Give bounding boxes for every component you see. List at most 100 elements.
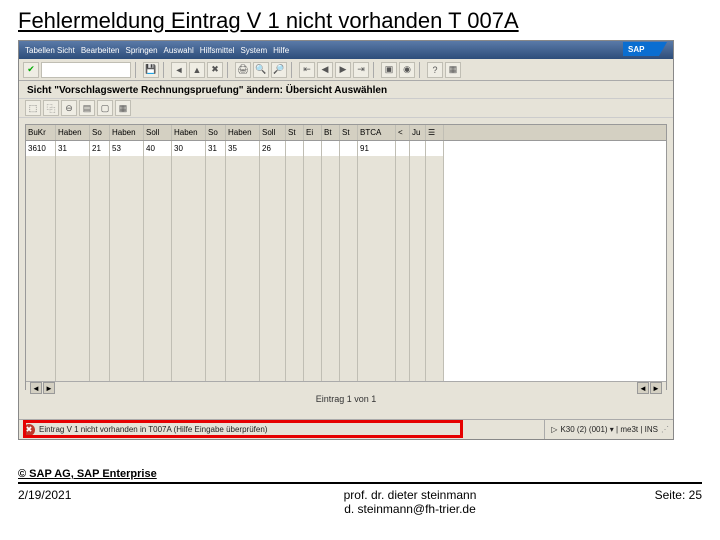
delete-button[interactable]: ⊖: [61, 100, 77, 116]
table-cell[interactable]: [340, 201, 358, 216]
table-cell[interactable]: [26, 171, 56, 186]
table-cell[interactable]: [410, 216, 426, 231]
table-cell[interactable]: [206, 186, 226, 201]
table-cell[interactable]: [90, 231, 110, 246]
table-cell[interactable]: 91: [358, 141, 396, 156]
table-cell[interactable]: [260, 276, 286, 291]
table-cell[interactable]: [206, 321, 226, 336]
table-cell[interactable]: [26, 216, 56, 231]
table-cell[interactable]: [144, 231, 172, 246]
table-cell[interactable]: [396, 201, 410, 216]
table-cell[interactable]: [358, 171, 396, 186]
table-cell[interactable]: [410, 201, 426, 216]
table-cell[interactable]: [340, 366, 358, 381]
table-cell[interactable]: [260, 366, 286, 381]
table-cell[interactable]: [322, 246, 340, 261]
table-cell[interactable]: [358, 186, 396, 201]
table-cell[interactable]: [322, 306, 340, 321]
table-cell[interactable]: [206, 231, 226, 246]
table-cell[interactable]: [206, 276, 226, 291]
table-row[interactable]: [26, 291, 666, 306]
exit-button[interactable]: ▲: [189, 62, 205, 78]
table-cell[interactable]: [396, 366, 410, 381]
table-cell[interactable]: [410, 246, 426, 261]
table-cell[interactable]: [56, 291, 90, 306]
table-cell[interactable]: [56, 351, 90, 366]
table-cell[interactable]: [56, 246, 90, 261]
table-cell[interactable]: [304, 306, 322, 321]
table-cell[interactable]: [172, 246, 206, 261]
table-cell[interactable]: [26, 306, 56, 321]
table-cell[interactable]: [322, 366, 340, 381]
table-cell[interactable]: [260, 186, 286, 201]
table-cell[interactable]: [90, 291, 110, 306]
table-cell[interactable]: [340, 351, 358, 366]
table-cell[interactable]: [304, 171, 322, 186]
table-cell[interactable]: [358, 336, 396, 351]
table-cell[interactable]: [226, 201, 260, 216]
table-cell[interactable]: [322, 186, 340, 201]
table-cell[interactable]: [226, 366, 260, 381]
table-cell[interactable]: 26: [260, 141, 286, 156]
table-cell[interactable]: [172, 231, 206, 246]
table-cell[interactable]: [110, 171, 144, 186]
table-cell[interactable]: [322, 276, 340, 291]
table-cell[interactable]: [358, 306, 396, 321]
table-cell[interactable]: [144, 246, 172, 261]
table-cell[interactable]: [144, 216, 172, 231]
new-entries-button[interactable]: ⬚: [25, 100, 41, 116]
table-cell[interactable]: [206, 291, 226, 306]
table-cell[interactable]: [358, 366, 396, 381]
table-cell[interactable]: [110, 186, 144, 201]
column-header[interactable]: BTCA: [358, 125, 396, 140]
column-header[interactable]: Haben: [56, 125, 90, 140]
table-cell[interactable]: [396, 246, 410, 261]
table-cell[interactable]: [144, 321, 172, 336]
table-cell[interactable]: [56, 201, 90, 216]
table-cell[interactable]: [410, 366, 426, 381]
table-cell[interactable]: [340, 156, 358, 171]
table-cell[interactable]: 31: [56, 141, 90, 156]
table-cell[interactable]: [26, 336, 56, 351]
table-cell[interactable]: [110, 156, 144, 171]
table-cell[interactable]: [172, 216, 206, 231]
table-cell[interactable]: 31: [206, 141, 226, 156]
find-next-button[interactable]: 🔎: [271, 62, 287, 78]
table-cell[interactable]: [226, 321, 260, 336]
table-cell[interactable]: [144, 261, 172, 276]
table-cell[interactable]: [172, 351, 206, 366]
prev-page-button[interactable]: ◀: [317, 62, 333, 78]
find-button[interactable]: 🔍: [253, 62, 269, 78]
table-cell[interactable]: [286, 216, 304, 231]
table-cell[interactable]: [286, 201, 304, 216]
table-cell[interactable]: [410, 156, 426, 171]
table-cell[interactable]: [322, 171, 340, 186]
table-cell[interactable]: [322, 141, 340, 156]
table-cell[interactable]: [260, 246, 286, 261]
table-row[interactable]: [26, 231, 666, 246]
table-cell[interactable]: 35: [226, 141, 260, 156]
table-cell[interactable]: [110, 261, 144, 276]
table-cell[interactable]: [26, 261, 56, 276]
table-cell[interactable]: [172, 336, 206, 351]
table-row[interactable]: [26, 156, 666, 171]
table-cell[interactable]: 53: [110, 141, 144, 156]
table-cell[interactable]: [286, 291, 304, 306]
table-cell[interactable]: [110, 231, 144, 246]
menu-item[interactable]: Auswahl: [164, 46, 194, 55]
table-cell[interactable]: [396, 321, 410, 336]
table-cell[interactable]: [110, 351, 144, 366]
table-cell[interactable]: [396, 141, 410, 156]
table-cell[interactable]: [304, 321, 322, 336]
table-cell[interactable]: [172, 306, 206, 321]
table-cell[interactable]: [286, 366, 304, 381]
table-row[interactable]: [26, 201, 666, 216]
table-cell[interactable]: [90, 306, 110, 321]
table-cell[interactable]: [286, 306, 304, 321]
table-cell[interactable]: [260, 216, 286, 231]
table-cell[interactable]: [56, 306, 90, 321]
table-cell[interactable]: [396, 261, 410, 276]
table-cell[interactable]: [206, 156, 226, 171]
menu-item[interactable]: Bearbeiten: [81, 46, 120, 55]
table-cell[interactable]: [410, 306, 426, 321]
